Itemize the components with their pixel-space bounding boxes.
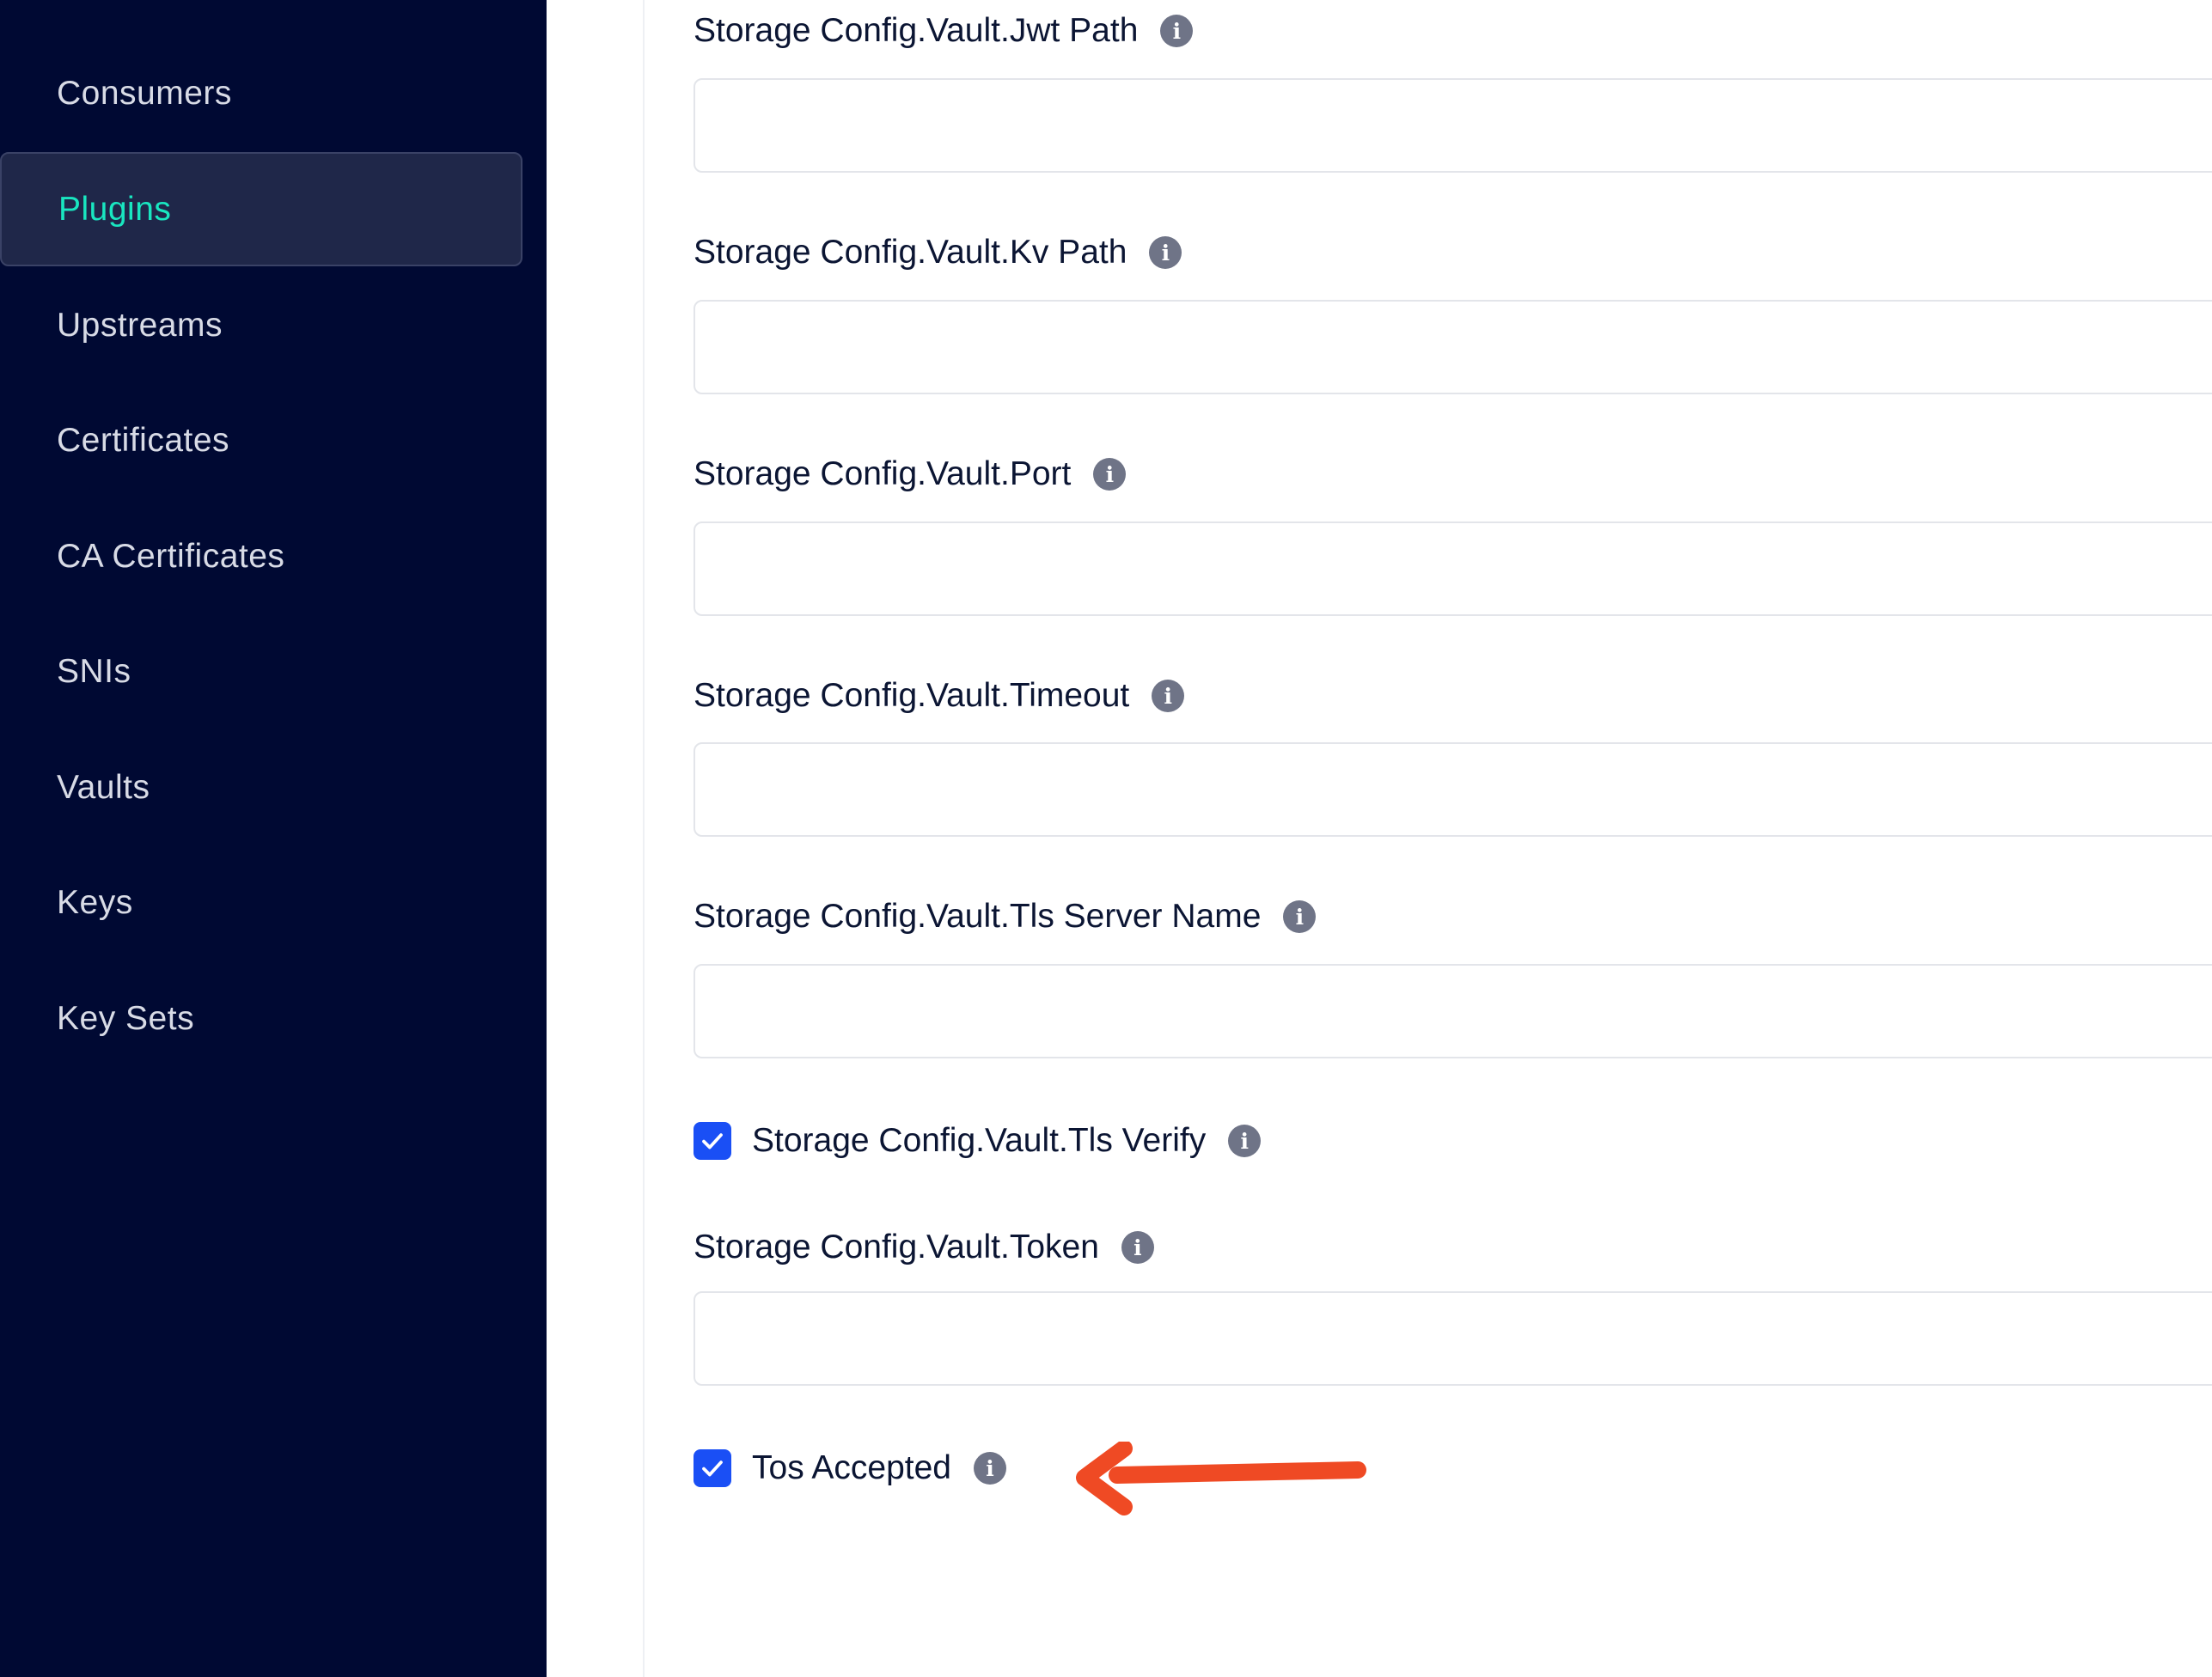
kv-path-label: Storage Config.Vault.Kv Path i [694, 234, 1182, 271]
info-icon[interactable]: i [1152, 680, 1185, 712]
content-divider [643, 0, 645, 1677]
info-icon[interactable]: i [973, 1452, 1006, 1485]
sidebar: Consumers Plugins Upstreams Certificates… [0, 0, 547, 1677]
info-icon[interactable]: i [1149, 236, 1182, 269]
info-icon[interactable]: i [1283, 900, 1317, 933]
kv-path-input[interactable] [694, 300, 2212, 394]
timeout-label: Storage Config.Vault.Timeout i [694, 677, 1185, 715]
jwt-path-label-text: Storage Config.Vault.Jwt Path [694, 12, 1139, 49]
tls-server-name-label-text: Storage Config.Vault.Tls Server Name [694, 898, 1262, 935]
tls-verify-label: Storage Config.Vault.Tls Verify [752, 1122, 1207, 1159]
tls-server-name-input[interactable] [694, 964, 2212, 1058]
sidebar-item-plugins[interactable]: Plugins [0, 152, 522, 266]
tos-accepted-checkbox[interactable] [694, 1449, 731, 1487]
timeout-input[interactable] [694, 742, 2212, 837]
jwt-path-input[interactable] [694, 78, 2212, 173]
info-icon[interactable]: i [1121, 1231, 1154, 1264]
tls-verify-checkbox[interactable] [694, 1122, 731, 1160]
tls-verify-row: Storage Config.Vault.Tls Verify i [694, 1122, 1262, 1160]
token-label: Storage Config.Vault.Token i [694, 1229, 1154, 1266]
sidebar-item-consumers[interactable]: Consumers [0, 36, 522, 150]
sidebar-item-keys[interactable]: Keys [0, 845, 522, 960]
token-label-text: Storage Config.Vault.Token [694, 1229, 1099, 1265]
sidebar-item-ca-certificates[interactable]: CA Certificates [0, 499, 522, 613]
port-label-text: Storage Config.Vault.Port [694, 455, 1072, 492]
sidebar-item-key-sets[interactable]: Key Sets [0, 961, 522, 1076]
timeout-label-text: Storage Config.Vault.Timeout [694, 677, 1130, 714]
sidebar-item-snis[interactable]: SNIs [0, 614, 522, 729]
kv-path-label-text: Storage Config.Vault.Kv Path [694, 234, 1127, 271]
tos-accepted-label: Tos Accepted [752, 1449, 951, 1486]
arrow-left-annotation-icon [1076, 1442, 1366, 1515]
check-icon [702, 1461, 723, 1477]
sidebar-item-vaults[interactable]: Vaults [0, 730, 522, 845]
port-label: Storage Config.Vault.Port i [694, 455, 1127, 493]
jwt-path-label: Storage Config.Vault.Jwt Path i [694, 12, 1194, 50]
info-icon[interactable]: i [1160, 15, 1194, 47]
token-input[interactable] [694, 1291, 2212, 1386]
tos-accepted-row: Tos Accepted i [694, 1449, 1006, 1487]
port-input[interactable] [694, 521, 2212, 616]
info-icon[interactable]: i [1093, 458, 1127, 491]
info-icon[interactable]: i [1228, 1125, 1262, 1157]
tls-server-name-label: Storage Config.Vault.Tls Server Name i [694, 898, 1317, 936]
sidebar-item-certificates[interactable]: Certificates [0, 383, 522, 497]
check-icon [702, 1133, 723, 1150]
sidebar-item-upstreams[interactable]: Upstreams [0, 268, 522, 382]
